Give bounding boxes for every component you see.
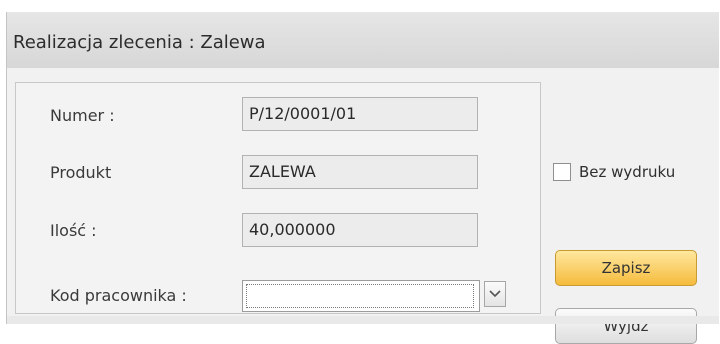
bottom-border	[7, 316, 719, 324]
produkt-field[interactable]: ZALEWA	[242, 155, 478, 189]
bez-wydruku-label: Bez wydruku	[579, 163, 676, 181]
dialog-window: Realizacja zlecenia : Zalewa Numer : P/1…	[6, 12, 719, 344]
bez-wydruku-option[interactable]: Bez wydruku	[553, 163, 675, 181]
kod-pracownika-select[interactable]	[242, 280, 480, 312]
ilosc-field[interactable]: 40,000000	[242, 213, 478, 247]
exit-button[interactable]: Wyjdź	[555, 308, 697, 344]
numer-field[interactable]: P/12/0001/01	[242, 97, 478, 131]
save-button[interactable]: Zapisz	[555, 250, 697, 286]
dropdown-button[interactable]	[484, 281, 506, 307]
chevron-down-icon	[489, 290, 501, 298]
kod-pracownika-input[interactable]	[246, 284, 474, 308]
numer-label: Numer :	[50, 106, 115, 125]
form-panel: Numer : P/12/0001/01 Produkt ZALEWA Iloś…	[15, 82, 541, 314]
window-title: Realizacja zlecenia : Zalewa	[13, 32, 266, 53]
produkt-label: Produkt	[50, 163, 112, 182]
bez-wydruku-checkbox[interactable]	[553, 163, 571, 181]
title-bar: Realizacja zlecenia : Zalewa	[7, 12, 719, 68]
kod-pracownika-label: Kod pracownika :	[50, 286, 187, 305]
ilosc-label: Ilość :	[50, 221, 97, 240]
dialog-content: Numer : P/12/0001/01 Produkt ZALEWA Iloś…	[7, 68, 719, 344]
